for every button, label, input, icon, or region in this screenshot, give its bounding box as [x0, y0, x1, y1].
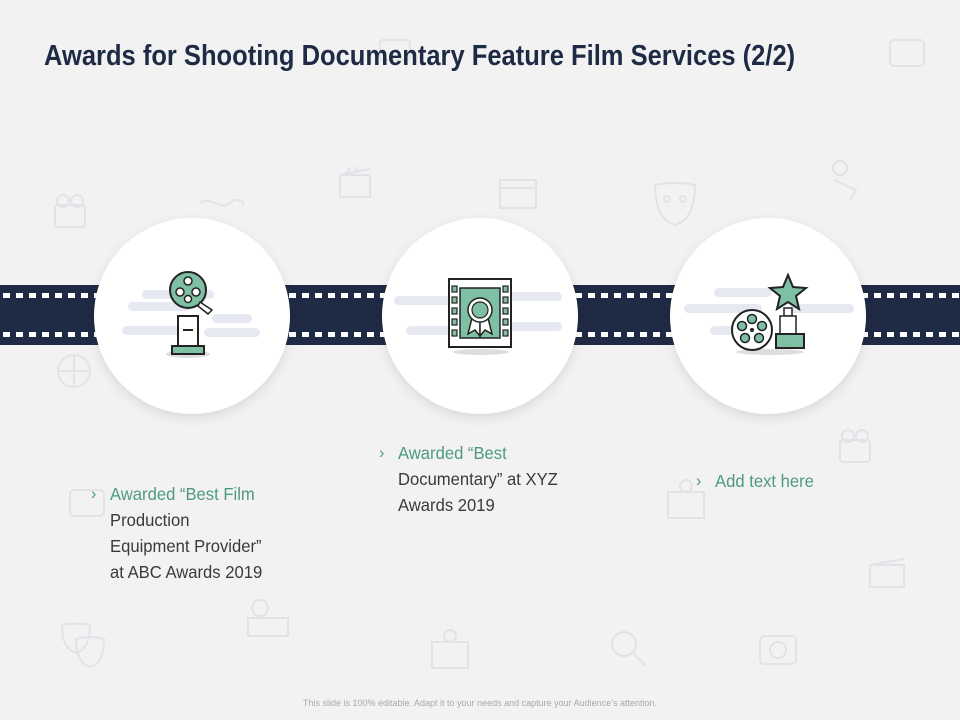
film-perforation — [926, 293, 933, 298]
film-perforation — [68, 293, 75, 298]
film-perforation — [16, 293, 23, 298]
award-line: at ABC Awards 2019 — [110, 562, 263, 582]
film-perforation — [874, 332, 881, 337]
award-line: Awards 2019 — [398, 495, 495, 515]
film-perforation — [42, 293, 49, 298]
film-perforation — [68, 332, 75, 337]
film-perforation — [939, 293, 946, 298]
award-line: Awarded “Best Film — [110, 484, 255, 504]
page-title: Awards for Shooting Documentary Feature … — [44, 40, 796, 72]
projector-icon — [247, 599, 289, 637]
award-icon-circle — [382, 218, 578, 414]
film-can-icon — [889, 39, 925, 67]
award-text-2: › Awarded “Best Documentary” at XYZ Awar… — [379, 440, 558, 518]
film-frame-medal-icon — [448, 278, 512, 355]
film-perforation — [588, 293, 595, 298]
film-perforation — [900, 293, 907, 298]
film-perforation — [900, 332, 907, 337]
film-strip-icon — [199, 198, 245, 207]
film-perforation — [653, 332, 660, 337]
film-reel-trophy-icon — [166, 271, 214, 358]
movie-camera-icon — [832, 160, 858, 201]
film-perforation — [874, 293, 881, 298]
film-perforation — [367, 332, 374, 337]
film-perforation — [601, 332, 608, 337]
award-text-1: › Awarded “Best Film Production Equipmen… — [91, 481, 263, 585]
film-perforation — [952, 332, 959, 337]
film-perforation — [328, 332, 335, 337]
film-perforation — [354, 332, 361, 337]
camera-icon — [839, 429, 871, 463]
film-perforation — [913, 332, 920, 337]
award-icon-circle — [94, 218, 290, 414]
globe-icon — [57, 354, 91, 388]
theater-mask-icon — [60, 622, 106, 669]
film-perforation — [588, 332, 595, 337]
film-perforation — [627, 293, 634, 298]
film-perforation — [29, 293, 36, 298]
chevron-right-icon: › — [379, 443, 385, 462]
film-perforation — [302, 293, 309, 298]
tv-icon — [69, 489, 105, 517]
film-perforation — [614, 332, 621, 337]
award-line: Production — [110, 510, 190, 530]
award-line: Equipment Provider” — [110, 536, 262, 556]
film-perforation — [42, 332, 49, 337]
film-perforation — [341, 332, 348, 337]
footer-note: This slide is 100% editable. Adapt it to… — [302, 698, 658, 708]
film-perforation — [55, 332, 62, 337]
film-perforation — [328, 293, 335, 298]
film-perforation — [952, 293, 959, 298]
film-roll-icon — [499, 179, 537, 209]
film-perforation — [887, 332, 894, 337]
film-perforation — [627, 332, 634, 337]
film-perforation — [354, 293, 361, 298]
star-trophy-reel-icon — [731, 272, 809, 355]
film-perforation — [16, 332, 23, 337]
chevron-right-icon: › — [696, 471, 702, 490]
film-perforation — [341, 293, 348, 298]
award-text-3: › Add text here — [696, 468, 814, 494]
film-perforation — [887, 293, 894, 298]
film-perforation — [302, 332, 309, 337]
film-perforation — [315, 332, 322, 337]
film-perforation — [289, 332, 296, 337]
award-line: Documentary” at XYZ — [398, 469, 558, 489]
chevron-right-icon: › — [91, 484, 97, 503]
film-perforation — [315, 293, 322, 298]
film-perforation — [640, 293, 647, 298]
clapperboard-icon — [339, 166, 371, 198]
film-perforation — [81, 332, 88, 337]
movie-reel-icon — [431, 629, 469, 669]
camera-icon — [54, 194, 86, 228]
film-perforation — [289, 293, 296, 298]
camera-icon — [759, 635, 797, 665]
film-reel-icon — [611, 631, 647, 667]
film-perforation — [81, 293, 88, 298]
film-perforation — [913, 293, 920, 298]
film-perforation — [601, 293, 608, 298]
film-perforation — [939, 332, 946, 337]
film-perforation — [55, 293, 62, 298]
film-perforation — [3, 293, 10, 298]
film-perforation — [926, 332, 933, 337]
film-perforation — [614, 293, 621, 298]
award-line: Add text here — [715, 471, 814, 491]
film-perforation — [653, 293, 660, 298]
award-line: Awarded “Best — [398, 443, 507, 463]
film-perforation — [640, 332, 647, 337]
film-perforation — [367, 293, 374, 298]
award-icon-circle — [670, 218, 866, 414]
film-perforation — [29, 332, 36, 337]
film-perforation — [3, 332, 10, 337]
clapperboard-icon — [869, 558, 905, 588]
